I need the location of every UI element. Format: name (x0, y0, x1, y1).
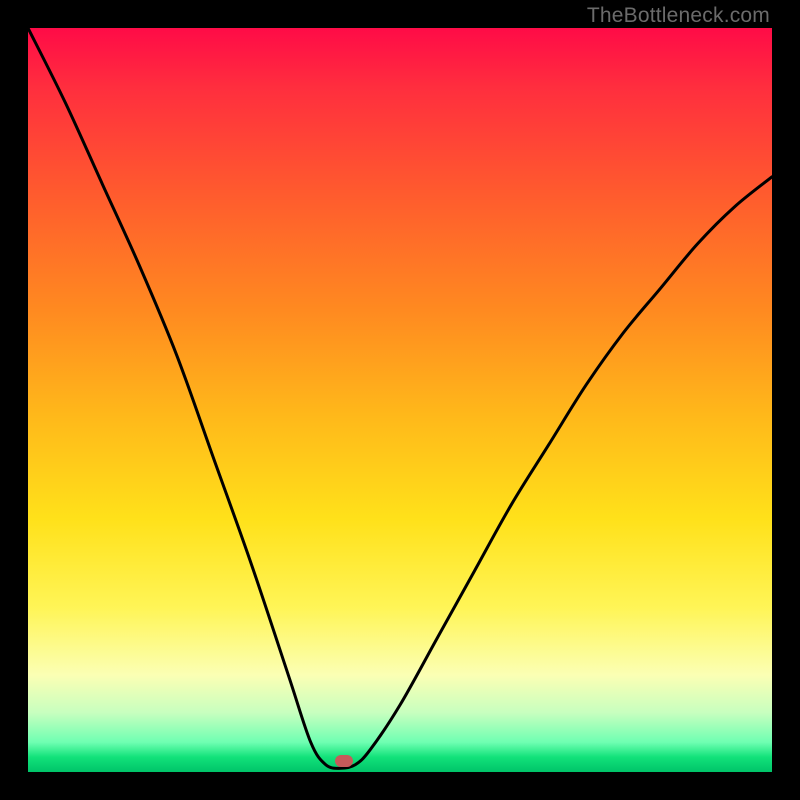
plot-area (28, 28, 772, 772)
curve-path (28, 28, 772, 768)
watermark-text: TheBottleneck.com (587, 4, 770, 28)
bottleneck-curve (28, 28, 772, 772)
chart-frame: TheBottleneck.com (0, 0, 800, 800)
optimum-marker (335, 755, 353, 767)
